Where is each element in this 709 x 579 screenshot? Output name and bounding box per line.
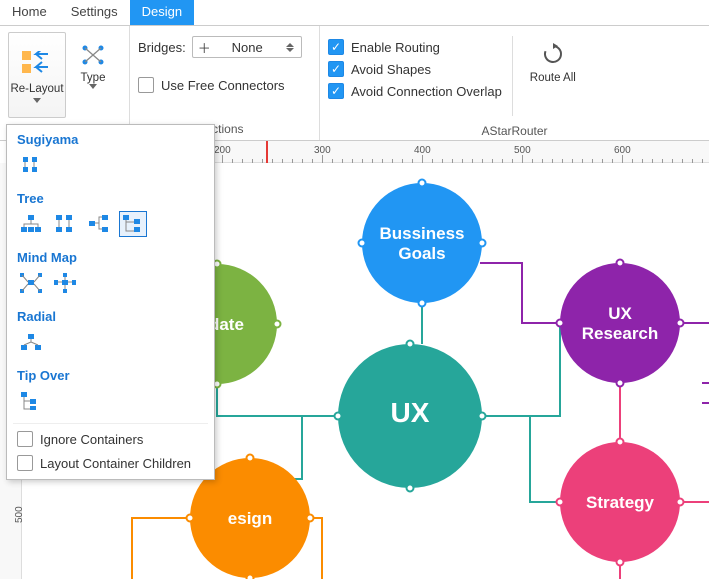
relayout-icon: [21, 47, 53, 79]
dd-heading-radial: Radial: [7, 302, 214, 329]
svg-text:UX: UX: [608, 304, 632, 323]
tree-option-1[interactable]: [17, 211, 45, 237]
refresh-icon: [541, 42, 565, 69]
mindmap-option-1[interactable]: [17, 270, 45, 296]
avoid-shapes-checkbox[interactable]: [328, 61, 344, 77]
tab-home[interactable]: Home: [0, 0, 59, 25]
caret-down-icon: [89, 84, 97, 89]
dd-heading-sugiyama: Sugiyama: [7, 125, 214, 152]
enable-routing-checkbox[interactable]: [328, 39, 344, 55]
relayout-dropdown: Sugiyama Tree Mind Map Radial Tip Over I…: [6, 124, 215, 480]
avoid-shapes-label: Avoid Shapes: [351, 62, 431, 77]
svg-text:Research: Research: [582, 324, 659, 343]
caret-down-icon: [33, 98, 41, 103]
tipover-option-1[interactable]: [17, 388, 45, 414]
type-label: Type: [81, 72, 106, 84]
plus-icon: ＋: [198, 38, 211, 57]
bridges-value: None: [232, 40, 263, 55]
ignore-containers-checkbox[interactable]: [17, 431, 33, 447]
dd-heading-mindmap: Mind Map: [7, 243, 214, 270]
spinner-icon: [284, 43, 296, 52]
node-uxresearch[interactable]: UXResearch: [557, 260, 684, 387]
freeconnectors-checkbox[interactable]: [138, 77, 154, 93]
node-business[interactable]: BussinessGoals: [359, 180, 486, 307]
avoid-overlap-checkbox[interactable]: [328, 83, 344, 99]
mindmap-option-2[interactable]: [51, 270, 79, 296]
bridges-label: Bridges:: [138, 40, 186, 55]
enable-routing-label: Enable Routing: [351, 40, 440, 55]
tab-bar: Home Settings Design: [0, 0, 709, 26]
node-ux[interactable]: UX: [335, 341, 486, 492]
svg-text:UX: UX: [391, 397, 430, 428]
relayout-label: Re-Layout: [10, 83, 63, 96]
ignore-containers-label: Ignore Containers: [40, 432, 143, 447]
layout-children-label: Layout Container Children: [40, 456, 191, 471]
relayout-button[interactable]: Re-Layout: [8, 32, 66, 118]
astar-group-label: AStarRouter: [320, 122, 709, 142]
sugiyama-option-1[interactable]: [17, 152, 45, 178]
type-button[interactable]: Type: [72, 44, 114, 89]
tree-option-4[interactable]: [119, 211, 147, 237]
svg-text:Bussiness: Bussiness: [379, 224, 464, 243]
type-icon: [79, 44, 107, 69]
dd-heading-tipover: Tip Over: [7, 361, 214, 388]
dd-heading-tree: Tree: [7, 184, 214, 211]
route-all-button[interactable]: Route All: [523, 42, 583, 84]
bridges-select[interactable]: ＋ None: [192, 36, 302, 58]
tab-settings[interactable]: Settings: [59, 0, 130, 25]
node-strategy[interactable]: Strategy: [557, 439, 684, 566]
tree-option-2[interactable]: [51, 211, 79, 237]
svg-text:Goals: Goals: [398, 244, 445, 263]
layout-children-checkbox[interactable]: [17, 455, 33, 471]
tab-design[interactable]: Design: [130, 0, 194, 25]
route-all-label: Route All: [530, 72, 576, 84]
svg-text:Strategy: Strategy: [586, 493, 655, 512]
radial-option-1[interactable]: [17, 329, 45, 355]
svg-text:esign: esign: [228, 509, 272, 528]
tree-option-3[interactable]: [85, 211, 113, 237]
avoid-overlap-label: Avoid Connection Overlap: [351, 84, 502, 99]
freeconnectors-label: Use Free Connectors: [161, 78, 285, 93]
